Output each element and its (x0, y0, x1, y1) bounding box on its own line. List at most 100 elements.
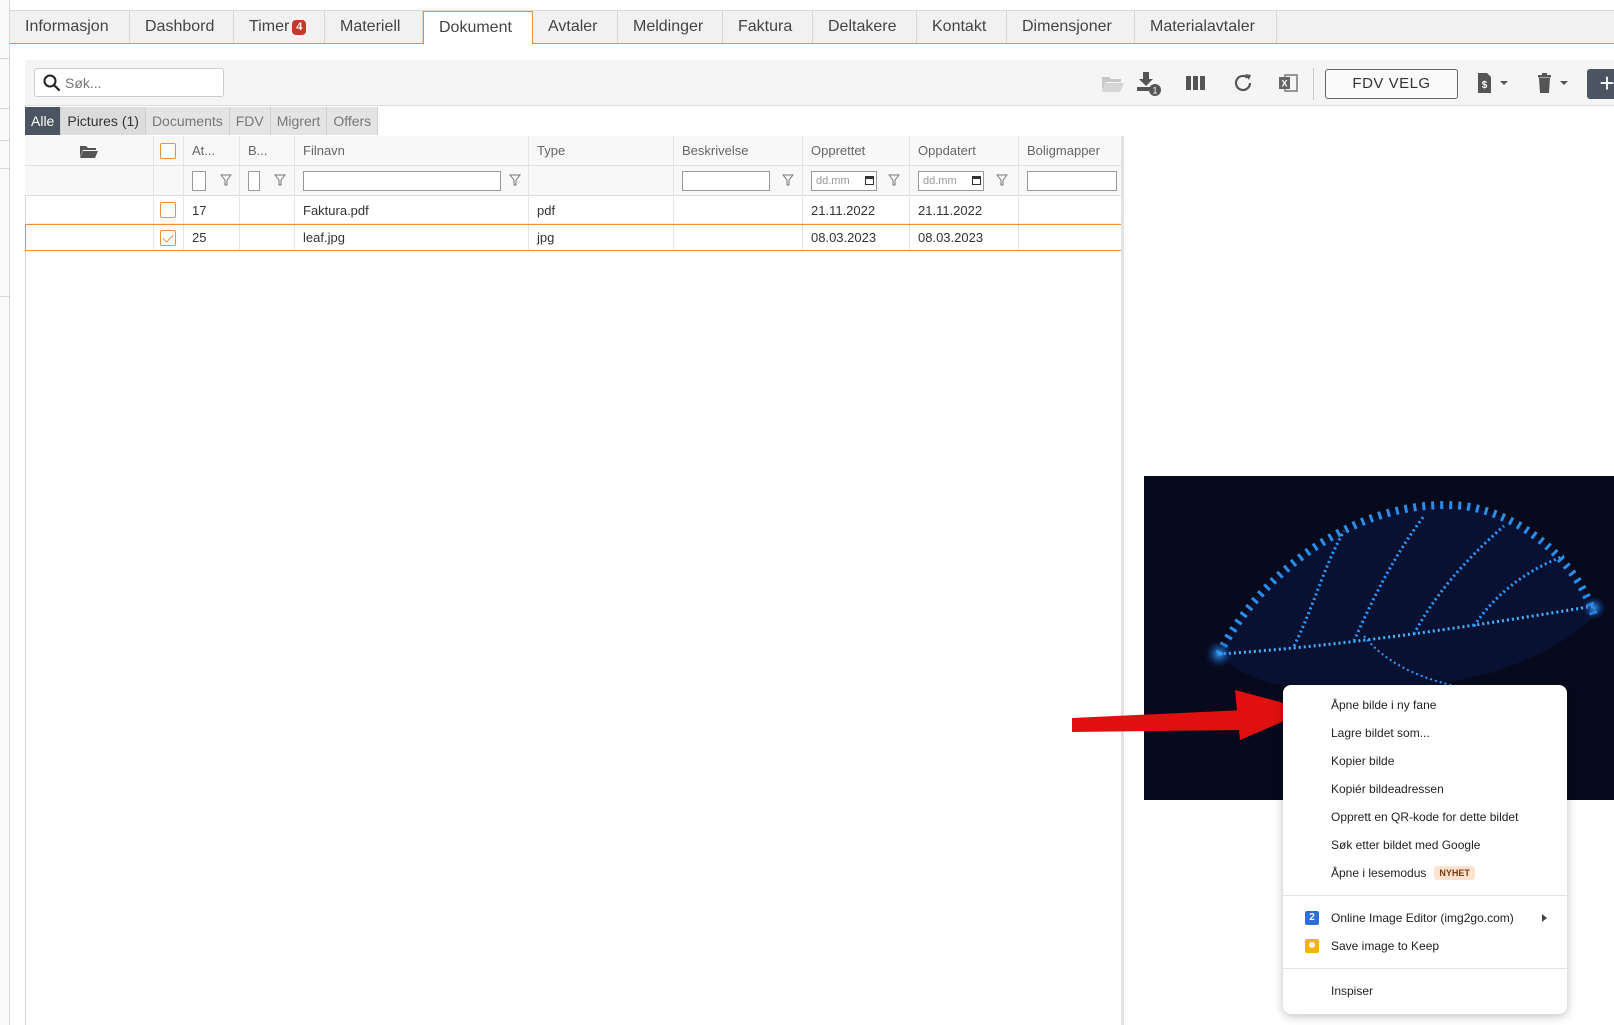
menu-open-reading-mode[interactable]: Åpne i lesemodus NYHET (1283, 859, 1567, 887)
main-tab-bar: Informasjon Dashbord Timer 4 Materiell Do… (10, 11, 1614, 45)
refresh-icon[interactable] (1230, 70, 1256, 96)
cell-at: 17 (184, 197, 240, 223)
menu-create-qr-code[interactable]: Opprett en QR-kode for dette bildet (1283, 803, 1567, 831)
row-checkbox[interactable] (160, 229, 176, 246)
tab-informasjon[interactable]: Informasjon (10, 11, 130, 43)
funnel-icon[interactable] (220, 174, 232, 186)
tab-label: Materiell (340, 18, 401, 35)
tab-materiell[interactable]: Materiell (325, 11, 423, 43)
column-header-filnavn[interactable]: Filnavn (295, 136, 529, 165)
cell-filnavn: Faktura.pdf (295, 197, 529, 223)
search-input[interactable] (65, 74, 215, 91)
filter-tab-documents[interactable]: Documents (145, 107, 230, 135)
date-placeholder: dd.mm (923, 174, 957, 187)
open-folder-icon[interactable] (1100, 70, 1126, 96)
filter-cell-b (240, 166, 295, 195)
filter-input-boligmapper[interactable] (1027, 170, 1117, 191)
column-header-opprettet[interactable]: Opprettet (803, 136, 910, 165)
menu-item-label: Save image to Keep (1331, 939, 1440, 953)
tab-faktura[interactable]: Faktura (723, 11, 813, 43)
calendar-icon[interactable] (865, 176, 874, 185)
submenu-arrow-icon (1542, 914, 1547, 922)
column-header-at[interactable]: At... (184, 136, 240, 165)
filter-tab-pictures[interactable]: Pictures (1) (61, 107, 146, 135)
tab-meldinger[interactable]: Meldinger (618, 11, 723, 43)
document-grid: At... B... Filnavn Type Beskrivelse Oppr… (25, 136, 1124, 1025)
tab-materialavtaler[interactable]: Materialavtaler (1135, 11, 1277, 43)
top-strip (10, 0, 1614, 11)
menu-inspect[interactable]: Inspiser (1283, 977, 1567, 1005)
menu-divider (1283, 968, 1567, 969)
img2go-icon: 2 (1305, 911, 1319, 925)
tab-dimensjoner[interactable]: Dimensjoner (1007, 11, 1135, 43)
cell-filnavn: leaf.jpg (295, 225, 529, 250)
select-all-checkbox[interactable] (160, 142, 176, 159)
filter-cell-at (184, 166, 240, 195)
excel-export-icon[interactable]: X (1275, 70, 1301, 96)
delete-dropdown-button[interactable] (1533, 70, 1573, 96)
menu-open-image-new-tab[interactable]: Åpne bilde i ny fane (1283, 691, 1567, 719)
menu-divider (1283, 895, 1567, 896)
filter-cell-filnavn (295, 166, 529, 195)
calendar-icon[interactable] (972, 176, 981, 185)
download-icon[interactable]: 1 (1135, 70, 1161, 96)
menu-search-image-google[interactable]: Søk etter bildet med Google (1283, 831, 1567, 859)
menu-copy-image-address[interactable]: Kopiér bildeadressen (1283, 775, 1567, 803)
row-checkbox[interactable] (160, 202, 176, 218)
tab-avtaler[interactable]: Avtaler (533, 11, 618, 43)
svg-text:X: X (1281, 79, 1287, 89)
menu-copy-image[interactable]: Kopier bilde (1283, 747, 1567, 775)
menu-save-image-as[interactable]: Lagre bildet som... (1283, 719, 1567, 747)
filter-input-filnavn[interactable] (303, 170, 501, 191)
add-button[interactable]: + (1587, 69, 1614, 99)
cell-oppdatert: 08.03.2023 (910, 225, 1019, 250)
filter-spacer (25, 166, 153, 195)
table-row[interactable]: 25 leaf.jpg jpg 08.03.2023 08.03.2023 (25, 224, 1121, 251)
grid-header: At... B... Filnavn Type Beskrivelse Oppr… (25, 136, 1121, 166)
filter-date-opprettet[interactable]: dd.mm (811, 170, 877, 191)
open-folder-icon[interactable] (79, 143, 99, 159)
cell-beskrivelse (674, 225, 803, 250)
column-header-type[interactable]: Type (529, 136, 674, 165)
funnel-icon[interactable] (996, 174, 1008, 186)
column-header-beskrivelse[interactable]: Beskrivelse (674, 136, 803, 165)
column-header-oppdatert[interactable]: Oppdatert (910, 136, 1019, 165)
tab-dokument[interactable]: Dokument (423, 11, 533, 45)
filter-tab-migrert[interactable]: Migrert (270, 107, 328, 135)
funnel-icon[interactable] (888, 174, 900, 186)
column-header-b[interactable]: B... (240, 136, 295, 165)
search-box[interactable] (34, 68, 224, 97)
fdv-velg-button[interactable]: FDV VELG (1325, 69, 1458, 99)
tab-timer[interactable]: Timer 4 (234, 11, 325, 43)
tab-dashbord[interactable]: Dashbord (130, 11, 234, 43)
menu-save-to-keep[interactable]: Save image to Keep (1283, 932, 1567, 960)
funnel-icon[interactable] (509, 174, 521, 186)
funnel-icon[interactable] (274, 174, 286, 186)
filter-tab-fdv[interactable]: FDV (229, 107, 271, 135)
column-header-boligmapper[interactable]: Boligmapper (1019, 136, 1121, 165)
funnel-icon[interactable] (782, 174, 794, 186)
image-context-menu: Åpne bilde i ny fane Lagre bildet som...… (1283, 685, 1567, 1014)
filter-date-oppdatert[interactable]: dd.mm (918, 170, 984, 191)
row-checkbox-cell (153, 225, 184, 250)
invoice-dropdown-button[interactable]: $ (1473, 70, 1513, 96)
table-row[interactable]: 17 Faktura.pdf pdf 21.11.2022 21.11.2022 (25, 197, 1121, 224)
filter-cell-type (529, 166, 674, 195)
date-placeholder: dd.mm (816, 174, 850, 187)
filter-tab-offers[interactable]: Offers (327, 107, 379, 135)
menu-online-image-editor[interactable]: 2 Online Image Editor (img2go.com) (1283, 904, 1567, 932)
cell-opprettet: 08.03.2023 (803, 225, 910, 250)
tab-deltakere[interactable]: Deltakere (813, 11, 917, 43)
filter-tab-alle[interactable]: Alle (25, 107, 62, 135)
filter-input-b[interactable] (248, 170, 260, 191)
cell-opprettet: 21.11.2022 (803, 197, 910, 223)
tab-kontakt[interactable]: Kontakt (917, 11, 1007, 43)
filter-input-at[interactable] (192, 170, 206, 191)
filter-spacer (153, 166, 184, 195)
tab-label: Meldinger (633, 18, 704, 35)
filter-input-beskrivelse[interactable] (682, 170, 770, 191)
grid-filter-row: dd.mm dd.mm (25, 166, 1121, 196)
timer-count-badge: 4 (292, 19, 307, 35)
cell-boligmapper (1019, 197, 1121, 223)
columns-icon[interactable] (1183, 70, 1209, 96)
